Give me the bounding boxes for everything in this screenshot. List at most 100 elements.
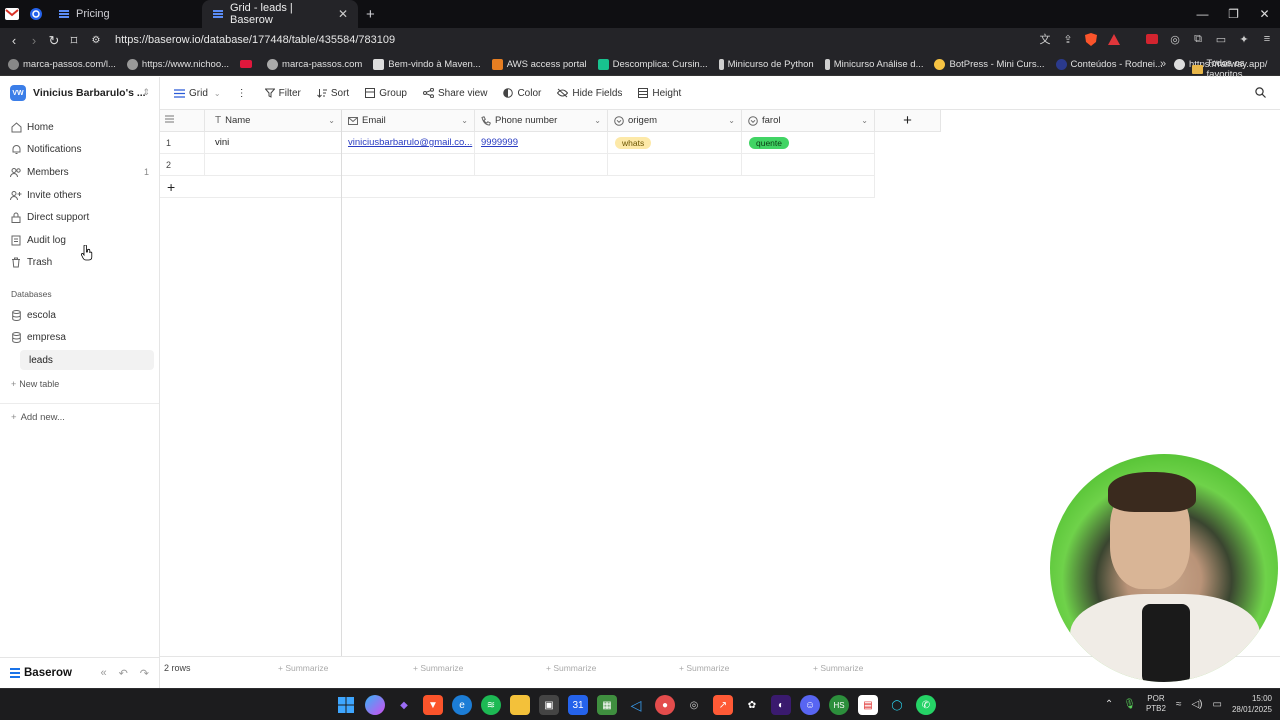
postman-icon[interactable]: ↗ bbox=[713, 695, 733, 715]
summarize-button[interactable]: + Summarize bbox=[413, 663, 463, 673]
chevron-down-icon[interactable]: ⌄ bbox=[861, 116, 868, 125]
sidebar-item-members[interactable]: Members 1 bbox=[10, 162, 153, 182]
workspace-switcher[interactable]: VW Vinicius Barbarulo's ... ⇕ bbox=[10, 85, 150, 101]
hide-fields-button[interactable]: Hide Fields bbox=[557, 88, 622, 99]
cell-email[interactable]: viniciusbarbarulo@gmail.co... bbox=[342, 132, 475, 154]
brave-shield-icon[interactable] bbox=[1084, 32, 1098, 46]
sidebar-item-direct-support[interactable]: Direct support bbox=[10, 207, 153, 227]
cell-email[interactable] bbox=[342, 154, 475, 176]
file-explorer-icon[interactable] bbox=[510, 695, 530, 715]
app-icon[interactable]: ◐ bbox=[771, 695, 791, 715]
cell-phone-number[interactable]: 9999999 bbox=[475, 132, 608, 154]
email-link[interactable]: viniciusbarbarulo@gmail.co... bbox=[348, 137, 472, 148]
minecraft-icon[interactable]: ▦ bbox=[597, 695, 617, 715]
chatgpt-icon[interactable]: ✿ bbox=[742, 695, 762, 715]
cell-origem[interactable] bbox=[608, 154, 742, 176]
back-icon[interactable]: ‹ bbox=[4, 33, 24, 48]
view-selector[interactable]: Grid ⌄ bbox=[174, 88, 221, 99]
bookmark-item[interactable]: Minicurso de Python bbox=[718, 58, 814, 70]
sidebar-item-home[interactable]: Home bbox=[10, 117, 153, 137]
bookmark-item[interactable]: marca-passos.com/l... bbox=[8, 58, 116, 70]
column-header-name[interactable]: T Name ⌄ bbox=[205, 110, 342, 132]
cell-origem[interactable]: whats bbox=[608, 132, 742, 154]
bookmark-icon[interactable]: ⌑ bbox=[64, 33, 84, 49]
menu-icon[interactable]: ≡ bbox=[1260, 32, 1274, 46]
rewards-icon[interactable] bbox=[1107, 32, 1121, 46]
color-button[interactable]: Color bbox=[503, 88, 541, 99]
extension-icon[interactable] bbox=[1145, 32, 1159, 46]
tab-pricing[interactable]: Pricing bbox=[48, 0, 202, 28]
brave-icon[interactable]: ▼ bbox=[423, 695, 443, 715]
copilot-icon[interactable] bbox=[365, 695, 385, 715]
chevron-down-icon[interactable]: ⌄ bbox=[461, 116, 468, 125]
sort-button[interactable]: Sort bbox=[316, 88, 349, 99]
add-row-button[interactable]: + bbox=[160, 176, 342, 198]
app-icon[interactable] bbox=[24, 0, 48, 28]
table-item-leads[interactable]: leads bbox=[20, 350, 154, 370]
leo-ai-icon[interactable]: ✦ bbox=[1237, 32, 1251, 46]
discord-icon[interactable]: ☺ bbox=[800, 695, 820, 715]
row-count-toggle[interactable] bbox=[160, 110, 205, 132]
sidebar-toggle-icon[interactable]: ▭ bbox=[1214, 32, 1228, 46]
column-header-origem[interactable]: origem ⌄ bbox=[608, 110, 742, 132]
phone-link[interactable]: 9999999 bbox=[481, 137, 518, 148]
add-field-button[interactable]: + bbox=[875, 110, 941, 132]
microphone-tray-icon[interactable]: 🎙 bbox=[1123, 699, 1136, 710]
view-more-icon[interactable]: ⋮ bbox=[237, 88, 247, 99]
maximize-icon[interactable]: ❐ bbox=[1218, 7, 1249, 21]
whatsapp-icon[interactable]: ✆ bbox=[916, 695, 936, 715]
bookmark-item[interactable]: Minicurso Análise d... bbox=[824, 58, 923, 70]
bookmark-item[interactable]: https://www.nichoo... bbox=[126, 58, 229, 70]
summarize-button[interactable]: + Summarize bbox=[813, 663, 863, 673]
chevron-down-icon[interactable]: ⌄ bbox=[328, 116, 335, 125]
translate-icon[interactable]: 文 bbox=[1038, 32, 1052, 46]
database-escola[interactable]: escola bbox=[10, 305, 153, 325]
battery-icon[interactable]: ▭ bbox=[1213, 699, 1222, 710]
undo-icon[interactable]: ↶ bbox=[119, 667, 128, 680]
row-height-button[interactable]: Height bbox=[638, 88, 681, 99]
summarize-button[interactable]: + Summarize bbox=[546, 663, 596, 673]
close-window-icon[interactable]: ✕ bbox=[1249, 7, 1280, 21]
language-indicator[interactable]: POR PTB2 bbox=[1146, 694, 1166, 714]
hs-icon[interactable]: HS bbox=[829, 695, 849, 715]
column-header-phone-number[interactable]: Phone number ⌄ bbox=[475, 110, 608, 132]
share-icon[interactable]: ⇪ bbox=[1061, 32, 1075, 46]
site-info-icon[interactable]: ⚙ bbox=[86, 35, 106, 46]
cell-farol[interactable] bbox=[742, 154, 875, 176]
chevron-down-icon[interactable]: ⌄ bbox=[594, 116, 601, 125]
cell-farol[interactable]: quente bbox=[742, 132, 875, 154]
sidebar-item-invite-others[interactable]: Invite others bbox=[10, 185, 153, 205]
sidebar-item-notifications[interactable]: Notifications bbox=[10, 139, 153, 159]
bookmark-item[interactable]: AWS access portal bbox=[491, 58, 587, 70]
cell-name[interactable]: vini bbox=[205, 132, 342, 154]
new-tab-button[interactable]: + bbox=[358, 0, 383, 28]
pdf-icon[interactable]: ▤ bbox=[858, 695, 878, 715]
gmail-icon[interactable] bbox=[0, 0, 24, 28]
bookmark-item[interactable]: Descomplica: Cursin... bbox=[597, 58, 708, 70]
chevron-down-icon[interactable]: ⌄ bbox=[728, 116, 735, 125]
database-empresa[interactable]: empresa bbox=[10, 327, 153, 347]
bookmark-item[interactable]: Bem-vindo à Maven... bbox=[373, 58, 481, 70]
tab-grid-leads[interactable]: Grid - leads | Baserow ✕ bbox=[202, 0, 358, 28]
group-button[interactable]: Group bbox=[365, 88, 407, 99]
windows-start-icon[interactable] bbox=[336, 695, 356, 715]
redo-icon[interactable]: ↷ bbox=[140, 667, 149, 680]
app-icon[interactable]: ▣ bbox=[539, 695, 559, 715]
calendar-icon[interactable]: 31 bbox=[568, 695, 588, 715]
more-bookmarks-icon[interactable]: » bbox=[1160, 58, 1166, 70]
chevron-up-icon[interactable]: ⌃ bbox=[1105, 699, 1113, 710]
minimize-icon[interactable]: — bbox=[1187, 7, 1218, 21]
url-field[interactable]: https://baserow.io/database/177448/table… bbox=[115, 34, 395, 46]
search-icon[interactable] bbox=[1255, 87, 1266, 101]
summarize-button[interactable]: + Summarize bbox=[679, 663, 729, 673]
new-table-button[interactable]: + New table bbox=[11, 379, 151, 389]
volume-icon[interactable]: ◁) bbox=[1191, 699, 1202, 710]
clock[interactable]: 15:00 28/01/2025 bbox=[1232, 693, 1272, 715]
obsidian-icon[interactable]: ◆ bbox=[394, 695, 414, 715]
close-tab-icon[interactable]: ✕ bbox=[338, 7, 348, 21]
extension-icon[interactable]: ◎ bbox=[1168, 32, 1182, 46]
cell-phone-number[interactable] bbox=[475, 154, 608, 176]
add-row-area[interactable] bbox=[342, 176, 875, 198]
summarize-button[interactable]: + Summarize bbox=[278, 663, 328, 673]
github-icon[interactable]: ◎ bbox=[684, 695, 704, 715]
